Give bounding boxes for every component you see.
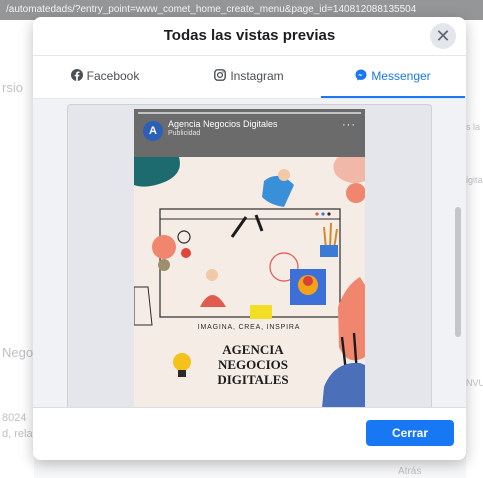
dialog-header: Todas las vistas previas ✕ [33, 17, 466, 56]
creative-headline-line: DIGITALES [217, 372, 288, 387]
messenger-preview-frame: A Agencia Negocios Digitales Publicidad … [67, 104, 432, 408]
dialog-footer: Cerrar [33, 407, 466, 460]
tab-label: Instagram [230, 69, 284, 83]
story-preview: A Agencia Negocios Digitales Publicidad … [134, 109, 365, 408]
preview-area: A Agencia Negocios Digitales Publicidad … [33, 99, 466, 408]
cerrar-button[interactable]: Cerrar [366, 420, 454, 446]
avatar: A [143, 121, 163, 141]
dialog-title: Todas las vistas previas [163, 27, 336, 44]
page-name: Agencia Negocios Digitales [168, 119, 278, 129]
tab-messenger[interactable]: Messenger [321, 56, 465, 98]
facebook-icon [70, 57, 83, 97]
ad-creative-image: IMAGINA, CREA, INSPIRA AGENCIA NEGOCIOS … [134, 157, 365, 408]
sponsored-label: Publicidad [168, 130, 201, 137]
tab-facebook[interactable]: Facebook [33, 56, 177, 96]
story-progress-bar [138, 112, 361, 114]
scrollbar[interactable] [455, 207, 461, 337]
creative-headline-line: AGENCIA [222, 342, 284, 357]
story-header: A Agencia Negocios Digitales Publicidad … [134, 109, 365, 157]
instagram-icon [214, 57, 227, 97]
tab-label: Facebook [86, 69, 140, 83]
creative-headline-line: NEGOCIOS [218, 357, 288, 372]
close-icon[interactable]: ✕ [430, 23, 456, 49]
tab-instagram[interactable]: Instagram [177, 56, 321, 96]
more-options-icon[interactable]: ··· [342, 119, 356, 131]
creative-tagline: IMAGINA, CREA, INSPIRA [198, 324, 300, 331]
messenger-icon [355, 57, 367, 97]
tab-label: Messenger [371, 69, 431, 83]
platform-tabs: Facebook Instagram Messenger [33, 56, 466, 99]
all-previews-dialog: Todas las vistas previas ✕ Facebook Inst… [33, 17, 466, 460]
